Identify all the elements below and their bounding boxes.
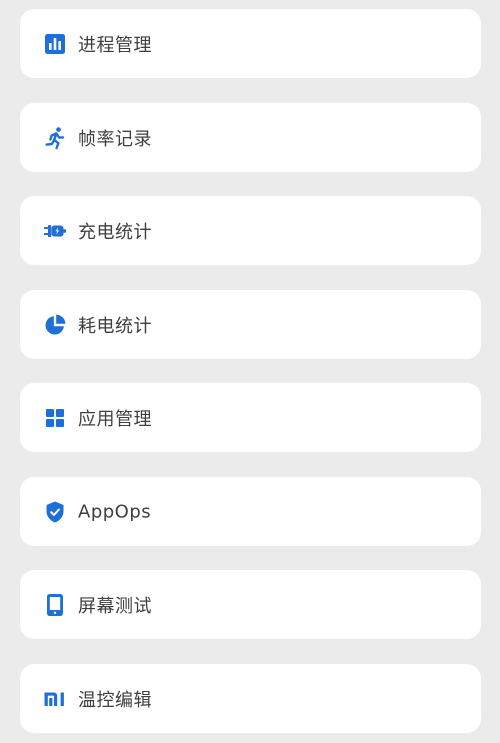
menu-item-screen-test[interactable]: 屏幕测试 xyxy=(20,570,481,639)
bar-chart-icon xyxy=(43,32,67,56)
pie-chart-icon xyxy=(43,313,67,337)
charging-plug-icon xyxy=(43,219,67,243)
menu-item-thermal-control-edit[interactable]: 温控编辑 xyxy=(20,664,481,733)
mi-logo-icon xyxy=(43,687,67,711)
menu-item-label: 充电统计 xyxy=(78,221,152,243)
menu-item-label: 应用管理 xyxy=(78,408,152,430)
menu-item-label: 屏幕测试 xyxy=(78,595,152,617)
menu-item-label: 温控编辑 xyxy=(78,689,152,711)
menu-item-appops[interactable]: AppOps xyxy=(20,477,481,546)
menu-item-charging-stats[interactable]: 充电统计 xyxy=(20,196,481,265)
tablet-screen-icon xyxy=(43,593,67,617)
menu-item-app-management[interactable]: 应用管理 xyxy=(20,383,481,452)
menu-item-label: 进程管理 xyxy=(78,34,152,56)
menu-item-label: 耗电统计 xyxy=(78,315,152,337)
menu-item-process-management[interactable]: 进程管理 xyxy=(20,9,481,78)
menu-item-label: 帧率记录 xyxy=(78,128,152,150)
menu-item-power-consumption-stats[interactable]: 耗电统计 xyxy=(20,290,481,359)
shield-check-icon xyxy=(43,500,67,524)
menu-item-frame-rate-record[interactable]: 帧率记录 xyxy=(20,103,481,172)
grid-apps-icon xyxy=(43,406,67,430)
running-icon xyxy=(43,126,67,150)
menu-item-label: AppOps xyxy=(78,501,152,522)
